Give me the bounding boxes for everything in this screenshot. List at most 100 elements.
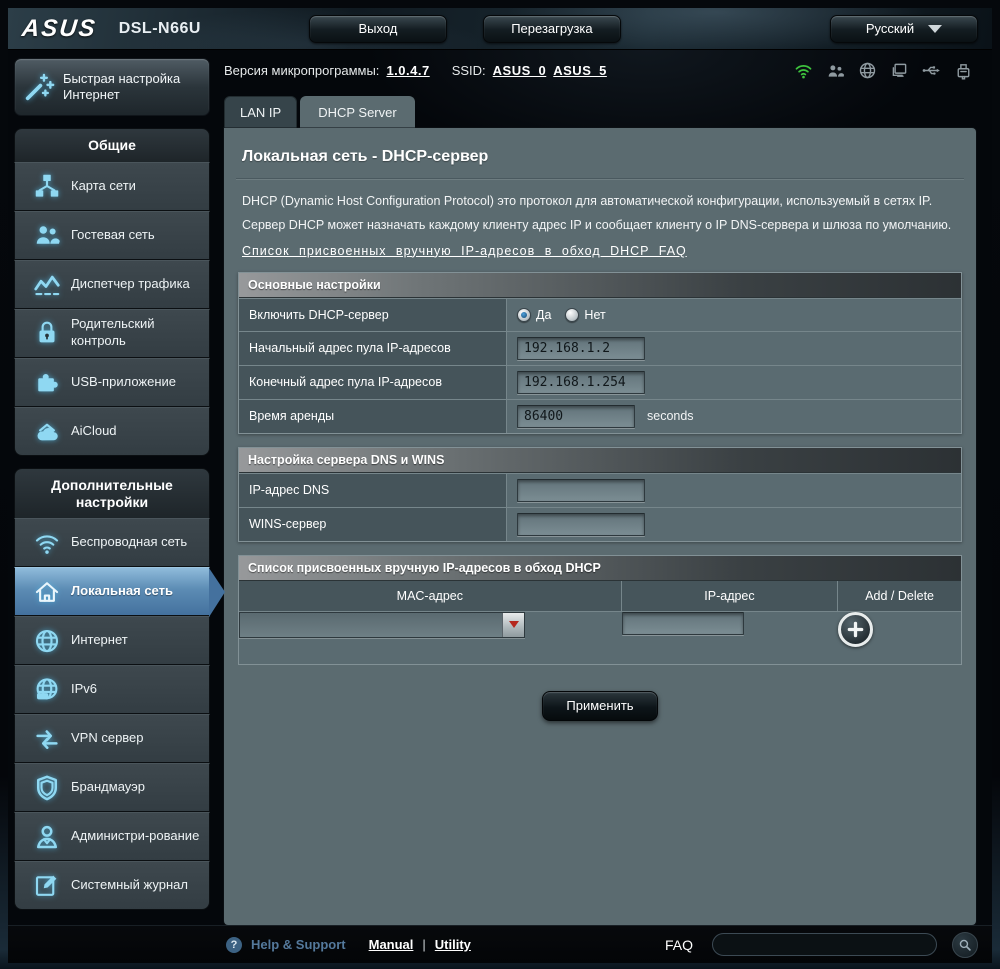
devices-icon[interactable] <box>889 60 910 81</box>
dhcp-no-option[interactable]: Нет <box>565 308 605 322</box>
tab-dhcp-server[interactable]: DHCP Server <box>300 96 415 128</box>
apply-button[interactable]: Применить <box>542 691 658 721</box>
add-entry-button[interactable] <box>838 612 873 647</box>
sidebar-item-ipv6[interactable]: IPv6 <box>14 665 210 714</box>
wifi-icon[interactable] <box>793 60 814 81</box>
basic-settings-table: Основные настройки Включить DHCP-сервер … <box>238 272 962 434</box>
faq-search-input[interactable] <box>712 933 937 956</box>
plus-icon <box>847 621 864 638</box>
clients-icon[interactable] <box>825 60 846 81</box>
sidebar-item-quick-setup[interactable]: Быстрая настройка Интернет <box>14 58 210 116</box>
sidebar-group-advanced: Дополнительные настройки Беспроводная се… <box>14 468 210 911</box>
status-icons <box>793 60 974 81</box>
header-bar: ASUS DSL-N66U Выход Перезагрузка Русский <box>8 8 992 50</box>
help-icon: ? <box>226 937 242 953</box>
router-admin-page: ASUS DSL-N66U Выход Перезагрузка Русский… <box>0 0 1000 969</box>
network-map-icon <box>23 171 71 201</box>
sidebar-item-label: Родительский контроль <box>71 316 203 350</box>
manual-ip-input[interactable] <box>622 612 744 635</box>
sidebar-group-header: Дополнительные настройки <box>14 468 210 519</box>
asus-logo: ASUS <box>21 15 99 43</box>
guest-network-icon <box>23 220 71 250</box>
internet-icon[interactable] <box>857 60 878 81</box>
tab-lan-ip[interactable]: LAN IP <box>224 96 297 128</box>
dns-ip-input[interactable] <box>517 479 645 502</box>
sidebar-item-label: IPv6 <box>71 681 97 698</box>
manual-link[interactable]: Manual <box>369 937 414 952</box>
sidebar-item-parental-control[interactable]: Родительский контроль <box>14 309 210 358</box>
firmware-version-link[interactable]: 1.0.4.7 <box>386 63 429 78</box>
logout-button[interactable]: Выход <box>309 15 447 43</box>
reboot-button[interactable]: Перезагрузка <box>483 15 621 43</box>
sidebar-item-usb-application[interactable]: USB-приложение <box>14 358 210 407</box>
wins-server-input[interactable] <box>517 513 645 536</box>
sidebar-item-system-log[interactable]: Системный журнал <box>14 861 210 910</box>
sidebar-item-label: Администри-рование <box>71 828 199 845</box>
sidebar-item-vpn[interactable]: VPN сервер <box>14 714 210 763</box>
ssid-link-1[interactable]: ASUS_5 <box>553 63 607 78</box>
select-arrow-icon[interactable] <box>502 613 524 637</box>
ssid-label: SSID: <box>452 63 486 78</box>
magic-wand-icon <box>15 70 63 104</box>
sidebar-item-network-map[interactable]: Карта сети <box>14 162 210 211</box>
ssid-link-0[interactable]: ASUS_0 <box>493 63 547 78</box>
mac-address-select[interactable] <box>239 612 525 638</box>
sidebar-item-label: USB-приложение <box>71 374 176 391</box>
table-row: IP-адрес DNS <box>239 473 961 507</box>
ipv6-icon <box>23 675 71 705</box>
section-header-manual: Список присвоенных вручную IP-адресов в … <box>239 556 961 581</box>
sidebar-item-label: Брандмауэр <box>71 779 145 796</box>
sidebar-item-firewall[interactable]: Брандмауэр <box>14 763 210 812</box>
sidebar-item-guest-network[interactable]: Гостевая сеть <box>14 211 210 260</box>
aicloud-icon <box>23 416 71 446</box>
sidebar: Быстрая настройка Интернет Общие Карта с… <box>8 50 214 925</box>
dns-wins-table: Настройка сервера DNS и WINS IP-адрес DN… <box>238 447 962 542</box>
sidebar-item-label: Системный журнал <box>71 877 188 894</box>
dhcp-yes-option[interactable]: Да <box>517 308 551 322</box>
usb-icon[interactable] <box>921 60 942 81</box>
sidebar-group-general: Общие Карта сети Гостевая сеть <box>14 128 210 456</box>
system-log-icon <box>23 871 71 901</box>
info-bar: Версия микропрограммы: 1.0.4.7 SSID: ASU… <box>214 50 976 86</box>
wireless-icon <box>23 528 71 558</box>
sidebar-item-label: AiCloud <box>71 423 117 440</box>
lease-time-input[interactable] <box>517 405 635 428</box>
sidebar-item-wan[interactable]: Интернет <box>14 616 210 665</box>
sidebar-item-administration[interactable]: Администри-рование <box>14 812 210 861</box>
faq-label: FAQ <box>665 937 693 953</box>
table-row: Начальный адрес пула IP-адресов <box>239 331 961 365</box>
utility-link[interactable]: Utility <box>435 937 471 952</box>
footer-separator: | <box>422 937 425 952</box>
table-header-row: MAC-адрес IP-адрес Add / Delete <box>239 581 961 611</box>
sidebar-item-label: Карта сети <box>71 178 136 195</box>
sidebar-item-label: Диспетчер трафика <box>71 276 190 293</box>
administration-icon <box>23 822 71 852</box>
language-value: Русский <box>866 16 914 42</box>
page-title: Локальная сеть - DHCP-сервер <box>236 140 964 179</box>
wins-server-label: WINS-сервер <box>239 508 507 541</box>
sidebar-item-label: VPN сервер <box>71 730 144 747</box>
dhcp-yes-label: Да <box>536 308 551 322</box>
search-button[interactable] <box>952 932 978 958</box>
manual-assignment-faq-link[interactable]: Список присвоенных вручную IP-адресов в … <box>242 244 687 258</box>
modem-icon[interactable] <box>953 60 974 81</box>
section-header-dns: Настройка сервера DNS и WINS <box>239 448 961 473</box>
dhcp-no-radio[interactable] <box>565 308 579 322</box>
pool-start-input[interactable] <box>517 337 645 360</box>
pool-end-input[interactable] <box>517 371 645 394</box>
language-dropdown[interactable]: Русский <box>830 15 978 43</box>
dhcp-yes-radio[interactable] <box>517 308 531 322</box>
traffic-manager-icon <box>23 269 71 299</box>
table-row: WINS-сервер <box>239 507 961 541</box>
lan-icon <box>23 577 71 607</box>
wan-icon <box>23 626 71 656</box>
lease-time-unit: seconds <box>647 409 694 423</box>
sidebar-item-aicloud[interactable]: AiCloud <box>14 407 210 456</box>
page-description: DHCP (Dynamic Host Configuration Protoco… <box>242 189 958 238</box>
sidebar-item-label: Локальная сеть <box>71 583 173 600</box>
chevron-down-icon <box>928 25 942 33</box>
content-panel: Локальная сеть - DHCP-сервер DHCP (Dynam… <box>224 128 976 925</box>
sidebar-item-wireless[interactable]: Беспроводная сеть <box>14 518 210 567</box>
sidebar-item-lan[interactable]: Локальная сеть <box>14 567 210 616</box>
sidebar-item-traffic-manager[interactable]: Диспетчер трафика <box>14 260 210 309</box>
